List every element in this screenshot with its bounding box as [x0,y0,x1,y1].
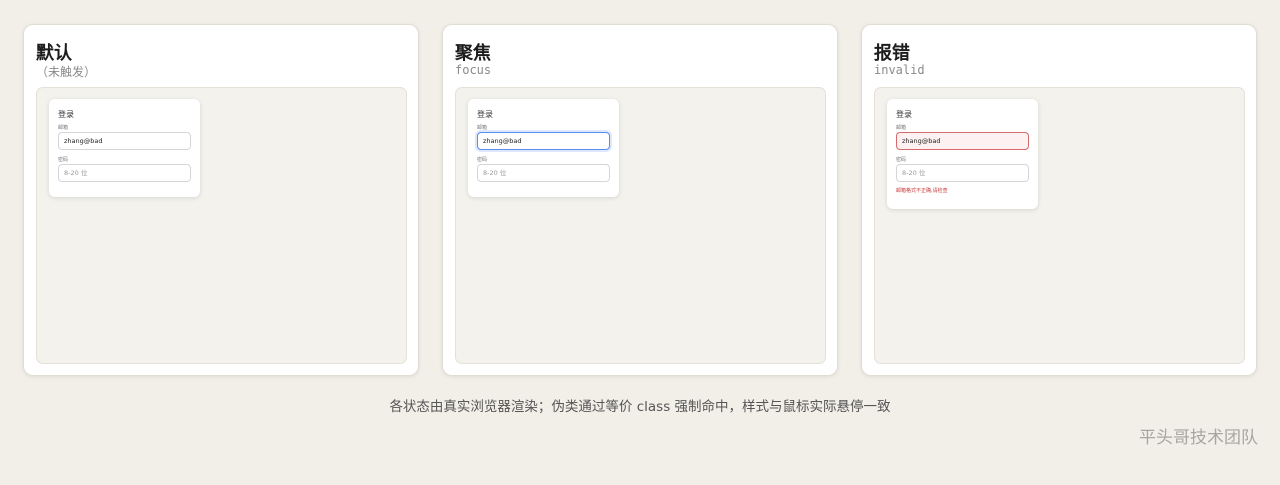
email-field[interactable]: zhang@bad [58,132,191,150]
password-field[interactable]: 8-20 位 [58,164,191,182]
panel-title: 默认 [36,43,72,64]
email-field-invalid[interactable]: zhang@bad [896,132,1029,150]
panel-default: 默认 （未触发） 登录 邮箱 zhang@bad 密码 8-20 位 [23,24,419,376]
preview-canvas: 登录 邮箱 zhang@bad 密码 8-20 位 [36,87,407,364]
panel-subtitle: focus [455,63,492,77]
panel-focus: 聚焦 focus 登录 邮箱 zhang@bad 密码 8-20 位 [442,24,838,376]
caption: 各状态由真实浏览器渲染；伪类通过等价 class 强制命中，样式与鼠标实际悬停一… [389,399,891,415]
login-title: 登录 [477,110,493,119]
panel-subtitle: invalid [874,63,925,77]
panel-subtitle: （未触发） [36,65,97,79]
preview-canvas: 登录 邮箱 zhang@bad 密码 8-20 位 [455,87,826,364]
email-label: 邮箱 [477,125,488,131]
login-title: 登录 [896,110,912,119]
state-panels: 默认 （未触发） 登录 邮箱 zhang@bad 密码 8-20 位 聚焦 fo… [23,24,1257,376]
password-label: 密码 [896,157,907,163]
password-label: 密码 [58,157,69,163]
login-title: 登录 [58,110,74,119]
email-label: 邮箱 [896,125,907,131]
panel-invalid: 报错 invalid 登录 邮箱 zhang@bad 密码 8-20 位 邮箱格… [861,24,1257,376]
login-card: 登录 邮箱 zhang@bad 密码 8-20 位 [49,99,200,197]
email-field-focused[interactable]: zhang@bad [477,132,610,150]
email-label: 邮箱 [58,125,69,131]
panel-title: 报错 [874,43,910,64]
email-error-message: 邮箱格式不正确,请检查 [896,188,948,194]
brand-watermark: 平头哥技术团队 [1139,428,1258,448]
login-card: 登录 邮箱 zhang@bad 密码 8-20 位 邮箱格式不正确,请检查 [887,99,1038,209]
password-field[interactable]: 8-20 位 [896,164,1029,182]
panel-title: 聚焦 [455,43,491,64]
preview-canvas: 登录 邮箱 zhang@bad 密码 8-20 位 邮箱格式不正确,请检查 [874,87,1245,364]
page: 默认 （未触发） 登录 邮箱 zhang@bad 密码 8-20 位 聚焦 fo… [0,0,1280,485]
login-card: 登录 邮箱 zhang@bad 密码 8-20 位 [468,99,619,197]
password-field[interactable]: 8-20 位 [477,164,610,182]
password-label: 密码 [477,157,488,163]
